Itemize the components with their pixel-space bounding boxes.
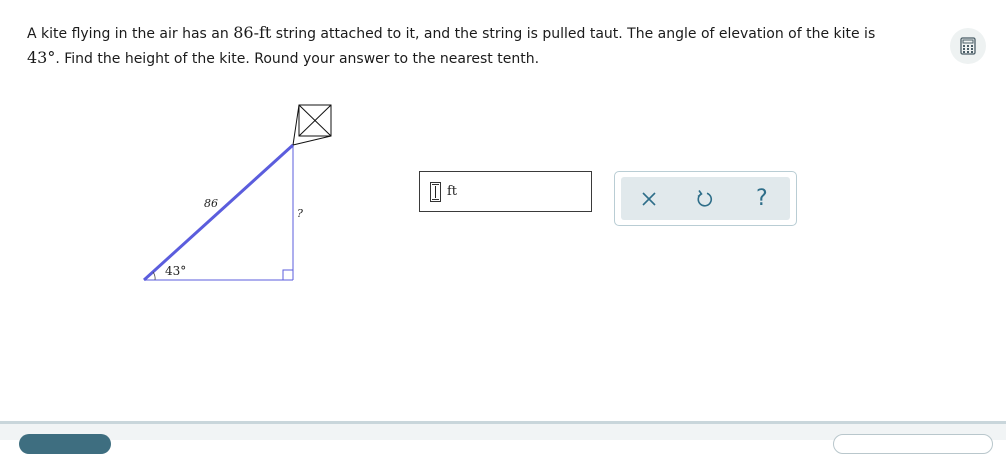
angle-arc (152, 271, 156, 281)
help-icon: ? (755, 186, 768, 211)
kite-icon (292, 104, 332, 146)
undo-icon (697, 189, 713, 207)
right-angle-marker (282, 269, 293, 280)
text-cursor (435, 186, 436, 198)
problem-text-part3: . Find the height of the kite. Round you… (55, 51, 540, 67)
answer-input[interactable] (430, 182, 441, 202)
close-icon (642, 191, 656, 206)
hypotenuse-label: 86 (204, 197, 218, 210)
answer-unit: ft (447, 184, 458, 199)
footer-secondary-button[interactable] (833, 434, 993, 454)
calculator-button[interactable] (950, 28, 986, 64)
answer-tools-bar: ? (621, 177, 790, 220)
problem-text-part1: A kite flying in the air has an (27, 26, 234, 42)
problem-text-part2: string attached to it, and the string is… (271, 26, 876, 42)
answer-tools-panel: ? (614, 171, 797, 226)
answer-box[interactable]: ft (419, 171, 592, 212)
kite-string (142, 143, 295, 282)
kite-diagram: 86 ? 43° (142, 104, 332, 282)
height-label: ? (297, 207, 303, 220)
problem-statement: A kite flying in the air has an 86-ft st… (27, 21, 907, 71)
undo-button[interactable] (685, 181, 725, 217)
string-length-value: 86 (233, 23, 254, 42)
angle-value: 43° (27, 48, 56, 67)
calculator-icon (960, 37, 976, 55)
clear-button[interactable] (629, 181, 669, 217)
angle-label: 43° (165, 264, 186, 278)
footer-primary-button[interactable] (19, 434, 111, 454)
string-length-unit: -ft (253, 23, 272, 42)
help-button[interactable]: ? (742, 181, 782, 217)
